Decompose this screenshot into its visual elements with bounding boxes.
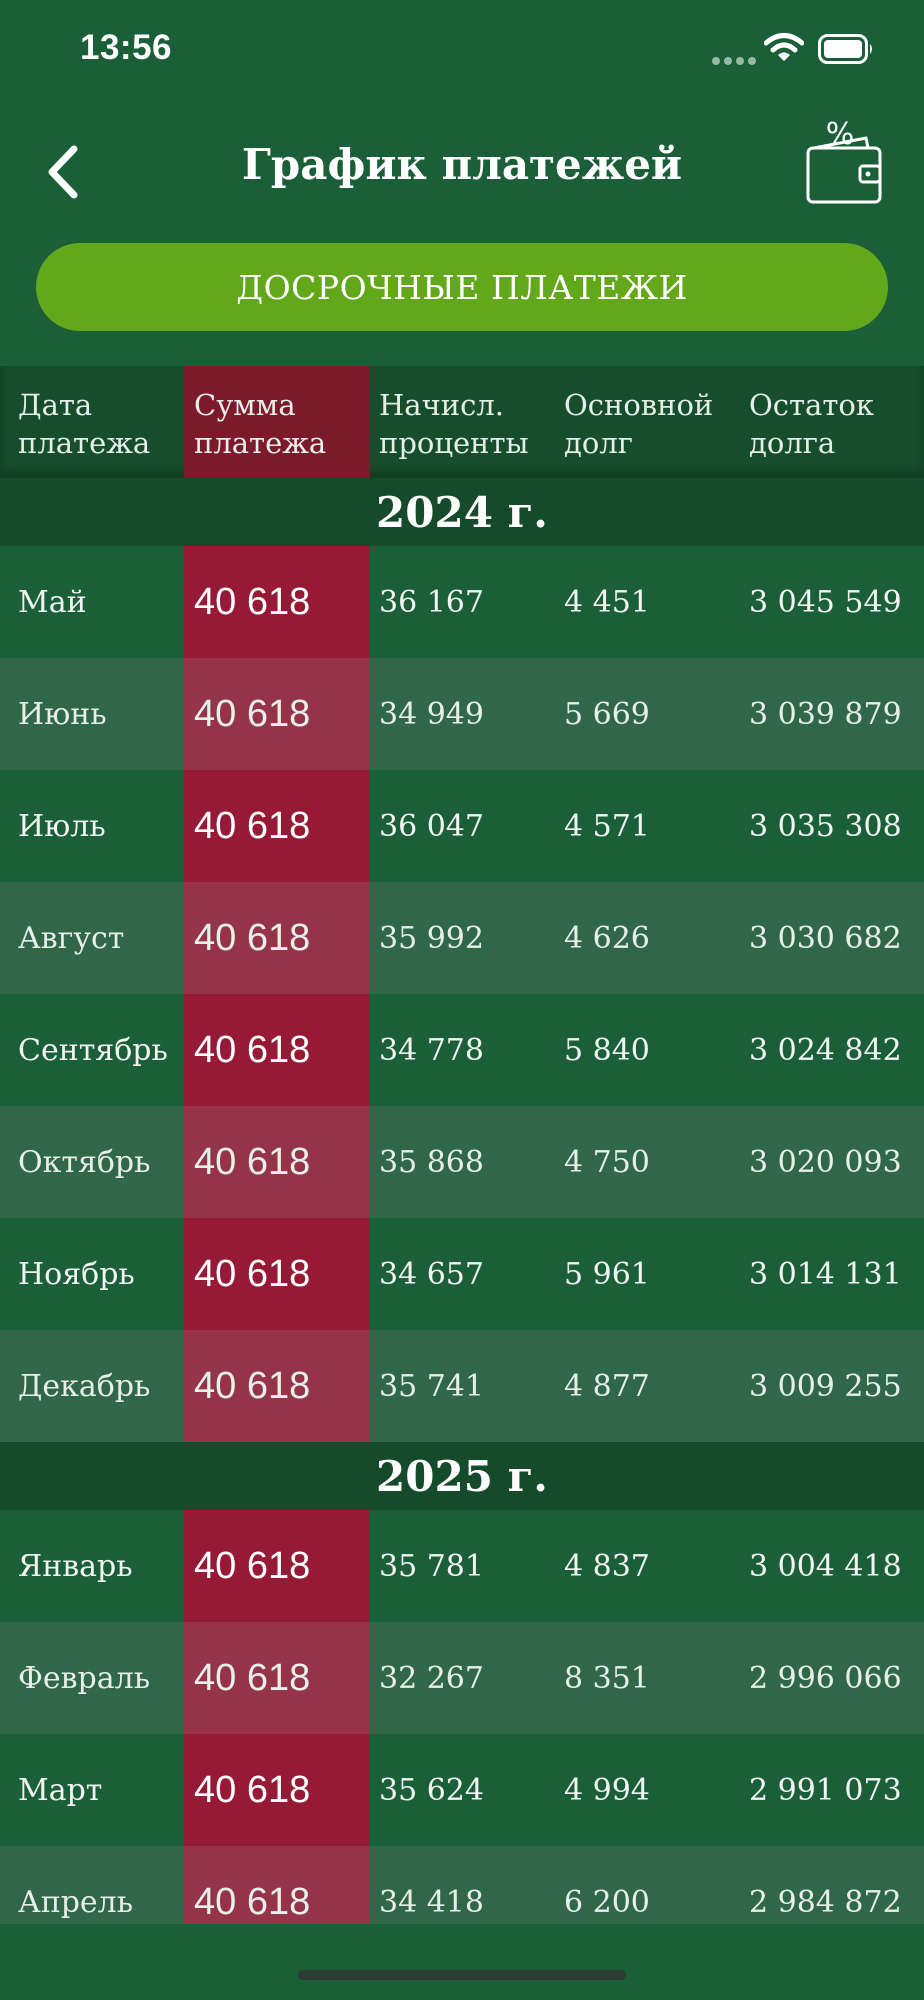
payment-amount: 40 618 (194, 1544, 311, 1587)
remaining-balance: 3 009 255 (749, 1368, 902, 1404)
payment-amount: 40 618 (194, 1140, 311, 1183)
battery-icon (818, 34, 872, 64)
page-title: График платежей (241, 140, 683, 189)
principal: 4 571 (564, 808, 650, 844)
remaining-balance: 3 045 549 (749, 584, 902, 620)
payment-schedule-table: Дата платежа Сумма платежа Начисл. проценты… (0, 366, 924, 1958)
payment-amount: 40 618 (194, 1028, 311, 1071)
column-header-interest: Начисл. проценты (379, 388, 529, 460)
principal: 5 669 (564, 696, 650, 732)
home-indicator (298, 1970, 626, 1980)
table-row: Май 40 618 36 167 4 451 3 045 549 (0, 546, 924, 658)
wifi-icon (764, 33, 804, 61)
payment-date: Октябрь (18, 1144, 151, 1180)
accrued-interest: 35 624 (379, 1772, 484, 1808)
remaining-balance: 3 039 879 (749, 696, 902, 732)
year-header: 2025 г. (0, 1442, 924, 1510)
principal: 4 750 (564, 1144, 650, 1180)
principal: 4 626 (564, 920, 650, 956)
remaining-balance: 3 030 682 (749, 920, 902, 956)
principal: 4 994 (564, 1772, 650, 1808)
table-body: 2024 г. Май 40 618 36 167 4 451 3 045 549 Июнь… (0, 478, 924, 1958)
payment-date: Август (18, 920, 125, 956)
status-bar: 13:56 (0, 0, 924, 100)
table-row: Февраль 40 618 32 267 8 351 2 996 066 (0, 1622, 924, 1734)
accrued-interest: 36 167 (379, 584, 484, 620)
early-payments-button[interactable]: ДОСРОЧНЫЕ ПЛАТЕЖИ (36, 243, 888, 331)
payment-amount: 40 618 (194, 580, 311, 623)
accrued-interest: 32 267 (379, 1660, 484, 1696)
column-header-principal: Основной долг (564, 388, 714, 460)
column-header-balance: Остаток долга (749, 388, 874, 460)
payment-amount: 40 618 (194, 1364, 311, 1407)
payment-date: Март (18, 1772, 103, 1808)
payment-date: Июнь (18, 696, 107, 732)
payment-date: Сентябрь (18, 1032, 168, 1068)
remaining-balance: 3 035 308 (749, 808, 902, 844)
payment-date: Май (18, 584, 87, 620)
table-row: Январь 40 618 35 781 4 837 3 004 418 (0, 1510, 924, 1622)
cellular-signal-icon (712, 57, 756, 65)
principal: 8 351 (564, 1660, 650, 1696)
remaining-balance: 3 020 093 (749, 1144, 902, 1180)
remaining-balance: 3 014 131 (749, 1256, 902, 1292)
year-header: 2024 г. (0, 478, 924, 546)
principal: 4 837 (564, 1548, 650, 1584)
payment-amount: 40 618 (194, 916, 311, 959)
payment-date: Июль (18, 808, 106, 844)
payment-date: Январь (18, 1548, 133, 1584)
payment-amount: 40 618 (194, 692, 311, 735)
accrued-interest: 35 781 (379, 1548, 484, 1584)
payment-amount: 40 618 (194, 1252, 311, 1295)
principal: 5 840 (564, 1032, 650, 1068)
table-row: Сентябрь 40 618 34 778 5 840 3 024 842 (0, 994, 924, 1106)
table-row: Август 40 618 35 992 4 626 3 030 682 (0, 882, 924, 994)
accrued-interest: 34 778 (379, 1032, 484, 1068)
remaining-balance: 3 024 842 (749, 1032, 902, 1068)
accrued-interest: 35 992 (379, 920, 484, 956)
payment-date: Ноябрь (18, 1256, 135, 1292)
principal: 5 961 (564, 1256, 650, 1292)
table-row: Июль 40 618 36 047 4 571 3 035 308 (0, 770, 924, 882)
payment-amount: 40 618 (194, 804, 311, 847)
accrued-interest: 34 949 (379, 696, 484, 732)
accrued-interest: 35 741 (379, 1368, 484, 1404)
table-row: Октябрь 40 618 35 868 4 750 3 020 093 (0, 1106, 924, 1218)
table-row: Июнь 40 618 34 949 5 669 3 039 879 (0, 658, 924, 770)
principal: 4 877 (564, 1368, 650, 1404)
table-row: Декабрь 40 618 35 741 4 877 3 009 255 (0, 1330, 924, 1442)
column-header-date: Дата платежа (18, 388, 151, 460)
table-row: Ноябрь 40 618 34 657 5 961 3 014 131 (0, 1218, 924, 1330)
payment-date: Февраль (18, 1660, 151, 1696)
remaining-balance: 3 004 418 (749, 1548, 902, 1584)
wallet-percent-icon[interactable]: % (804, 114, 884, 206)
table-row: Март 40 618 35 624 4 994 2 991 073 (0, 1734, 924, 1846)
column-header-amount: Сумма платежа (194, 388, 327, 460)
accrued-interest: 34 657 (379, 1256, 484, 1292)
bottom-area (0, 1924, 924, 2000)
remaining-balance: 2 991 073 (749, 1772, 902, 1808)
table-header: Дата платежа Сумма платежа Начисл. проценты… (0, 366, 924, 478)
accrued-interest: 35 868 (379, 1144, 484, 1180)
accrued-interest: 36 047 (379, 808, 484, 844)
remaining-balance: 2 996 066 (749, 1660, 902, 1696)
status-time: 13:56 (80, 28, 173, 67)
payment-date: Декабрь (18, 1368, 151, 1404)
payment-amount: 40 618 (194, 1656, 311, 1699)
payment-amount: 40 618 (194, 1768, 311, 1811)
principal: 4 451 (564, 584, 650, 620)
